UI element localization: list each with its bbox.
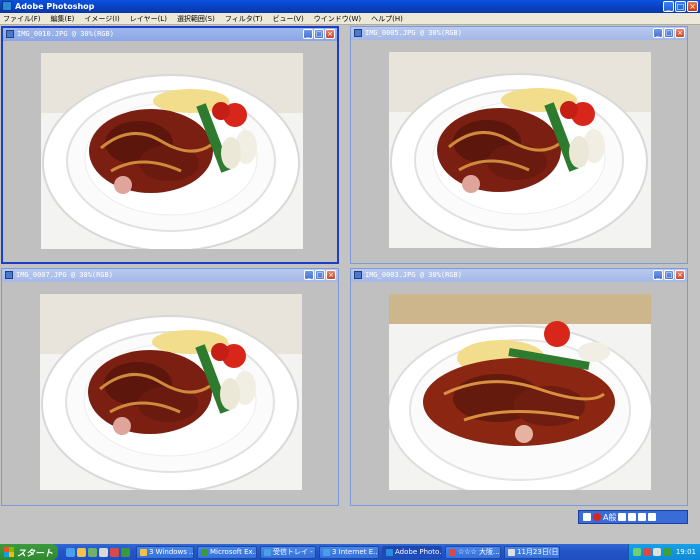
document-icon [5,271,13,279]
task-label: Adobe Photo... [395,548,442,556]
document-window-img-0007[interactable]: IMG_0007.JPG @ 30%(RGB) _ □ × [1,268,339,506]
ime-dictionary-icon[interactable] [618,513,627,521]
task-calendar[interactable]: 11月23日(日... [504,545,560,559]
inbox-icon [264,548,271,556]
task-label: 受信トレイ - ... [273,548,315,556]
menu-view[interactable]: ビュー(V) [272,14,303,24]
doc-close-button[interactable]: × [675,28,685,38]
doc-maximize-button[interactable]: □ [664,28,674,38]
food-photo [40,294,302,490]
ime-red-icon[interactable] [593,513,601,521]
task-label: 3 Internet E... [332,548,379,556]
task-label: ☆☆☆ 大阪... [458,548,500,556]
network-icon[interactable] [632,548,641,556]
system-tray: 19:01 [627,544,700,560]
start-label: スタート [17,548,54,559]
document-canvas[interactable] [351,282,687,505]
doc-close-button[interactable]: × [675,270,685,280]
ime-help-icon[interactable] [638,513,647,521]
doc-minimize-button[interactable]: _ [304,270,314,280]
document-title-bar[interactable]: IMG_0010.JPG @ 30%(RGB) _ □ × [3,28,337,41]
ime-handle-icon[interactable] [583,513,591,521]
excel-icon [201,548,208,556]
document-icon [354,271,362,279]
outlook-icon[interactable] [77,547,86,557]
menu-bar: ファイル(F) 編集(E) イメージ(I) レイヤー(L) 選択範囲(S) フィ… [0,13,700,25]
task-internet-explorer[interactable]: 3 Internet E... [319,545,379,559]
browser-icon [449,548,456,556]
document-title: IMG_0003.JPG @ 30%(RGB) [365,271,462,279]
workspace: IMG_0010.JPG @ 30%(RGB) _ □ × IMG_0005.J… [0,25,700,544]
document-title: IMG_0007.JPG @ 30%(RGB) [16,271,113,279]
menu-window[interactable]: ウインドウ(W) [314,14,361,24]
app-close-button[interactable]: × [687,1,698,12]
doc-minimize-button[interactable]: _ [303,29,313,39]
document-title-bar[interactable]: IMG_0003.JPG @ 30%(RGB) _ □ × [351,269,687,282]
ie-icon [323,548,330,556]
menu-help[interactable]: ヘルプ(H) [371,14,403,24]
clock[interactable]: 19:01 [676,548,696,556]
task-windows-explorer[interactable]: 3 Windows ... [136,545,194,559]
security-icon[interactable] [642,548,651,556]
app-title: Adobe Photoshop [15,2,95,11]
task-label: 11月23日(日... [517,548,559,556]
ime-language-bar[interactable]: A般 [578,510,688,524]
app-title-bar[interactable]: Adobe Photoshop _ □ × [0,0,700,13]
app-icon[interactable] [110,547,119,557]
quick-launch [66,547,130,557]
menu-filter[interactable]: フィルタ(T) [225,14,263,24]
task-label: 3 Windows ... [149,548,194,556]
doc-maximize-button[interactable]: □ [314,29,324,39]
taskbar: スタート 3 Windows ... Microsoft Ex... 受信トレイ… [0,544,700,560]
ime-mode-label[interactable]: A般 [603,512,616,523]
desktop-icon[interactable] [88,547,97,557]
food-photo [389,52,651,248]
calendar-icon [508,548,515,556]
app-minimize-button[interactable]: _ [663,1,674,12]
ime-pad-icon[interactable] [628,513,637,521]
task-inbox[interactable]: 受信トレイ - ... [260,545,316,559]
document-canvas[interactable] [351,40,687,263]
photoshop-app-icon [2,1,12,11]
doc-maximize-button[interactable]: □ [315,270,325,280]
document-window-img-0003[interactable]: IMG_0003.JPG @ 30%(RGB) _ □ × [350,268,688,506]
mail-icon[interactable] [99,547,108,557]
document-title-bar[interactable]: IMG_0005.JPG @ 30%(RGB) _ □ × [351,27,687,40]
document-title: IMG_0010.JPG @ 30%(RGB) [17,30,114,38]
folder-icon [140,548,147,556]
app-maximize-button[interactable]: □ [675,1,686,12]
doc-minimize-button[interactable]: _ [653,28,663,38]
food-photo [41,53,303,249]
menu-edit[interactable]: 編集(E) [51,14,75,24]
excel-icon[interactable] [121,547,130,557]
food-photo [389,294,651,490]
ie-icon[interactable] [66,547,75,557]
doc-minimize-button[interactable]: _ [653,270,663,280]
document-icon [354,29,362,37]
menu-select[interactable]: 選択範囲(S) [177,14,215,24]
document-canvas[interactable] [3,41,337,262]
start-button[interactable]: スタート [0,544,58,560]
doc-close-button[interactable]: × [325,29,335,39]
task-photoshop[interactable]: Adobe Photo... [382,545,442,559]
document-title: IMG_0005.JPG @ 30%(RGB) [365,29,462,37]
doc-close-button[interactable]: × [326,270,336,280]
task-label: Microsoft Ex... [210,548,257,556]
doc-maximize-button[interactable]: □ [664,270,674,280]
document-icon [6,30,14,38]
volume-icon[interactable] [652,548,661,556]
document-window-img-0010[interactable]: IMG_0010.JPG @ 30%(RGB) _ □ × [1,26,339,264]
document-window-img-0005[interactable]: IMG_0005.JPG @ 30%(RGB) _ □ × [350,26,688,264]
menu-file[interactable]: ファイル(F) [3,14,41,24]
task-excel[interactable]: Microsoft Ex... [197,545,257,559]
task-osaka[interactable]: ☆☆☆ 大阪... [445,545,501,559]
document-title-bar[interactable]: IMG_0007.JPG @ 30%(RGB) _ □ × [2,269,338,282]
messenger-icon[interactable] [662,548,671,556]
ime-options-icon[interactable] [648,513,657,521]
windows-flag-icon [4,547,14,557]
menu-image[interactable]: イメージ(I) [84,14,119,24]
document-canvas[interactable] [2,282,338,505]
menu-layer[interactable]: レイヤー(L) [130,14,167,24]
photoshop-icon [386,548,393,556]
